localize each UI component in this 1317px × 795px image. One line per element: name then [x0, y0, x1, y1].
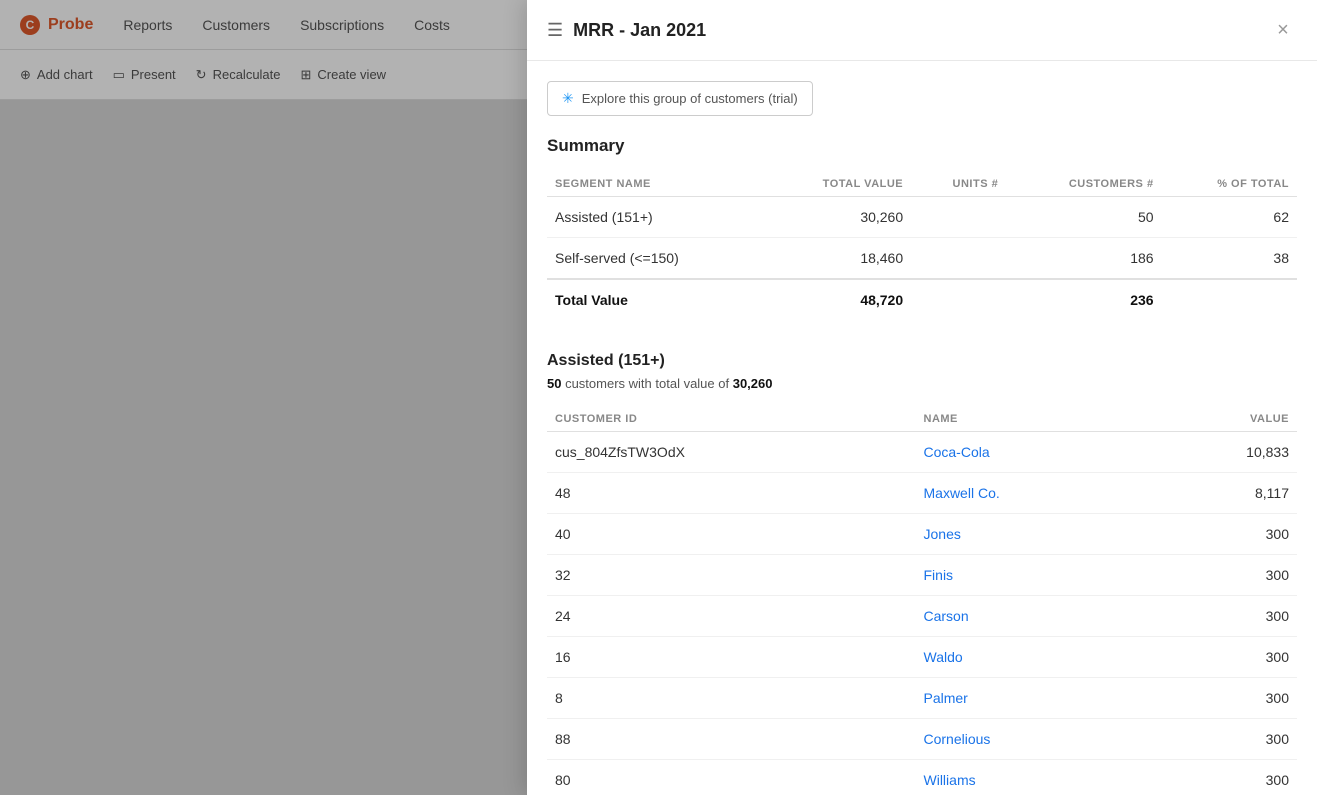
- customer-name-7[interactable]: Cornelious: [916, 719, 1149, 760]
- customer-value-2: 300: [1148, 514, 1297, 555]
- row-customers-0: 50: [1006, 197, 1161, 238]
- table-row: 88Cornelious300: [547, 719, 1297, 760]
- row-segment-0: Assisted (151+): [547, 197, 762, 238]
- cust-col-name: NAME: [916, 407, 1149, 432]
- customer-id-7: 88: [547, 719, 916, 760]
- customer-value-3: 300: [1148, 555, 1297, 596]
- explore-icon: ✳: [562, 90, 574, 107]
- table-row: 24Carson300: [547, 596, 1297, 637]
- summary-col-segment: SEGMENT NAME: [547, 172, 762, 197]
- table-row: cus_804ZfsTW3OdXCoca-Cola10,833: [547, 432, 1297, 473]
- customer-name-6[interactable]: Palmer: [916, 678, 1149, 719]
- panel-body: ✳ Explore this group of customers (trial…: [527, 61, 1317, 795]
- segment-subtitle: 50 customers with total value of 30,260: [547, 376, 1297, 391]
- customer-name-0[interactable]: Coca-Cola: [916, 432, 1149, 473]
- table-row: 16Waldo300: [547, 637, 1297, 678]
- segment-value: 30,260: [733, 376, 773, 391]
- customer-id-0: cus_804ZfsTW3OdX: [547, 432, 916, 473]
- customer-value-0: 10,833: [1148, 432, 1297, 473]
- panel-title-icon: ☰: [547, 20, 563, 41]
- customer-name-3[interactable]: Finis: [916, 555, 1149, 596]
- row-total-1: 18,460: [762, 238, 911, 280]
- table-row-total: Total Value 48,720 236: [547, 279, 1297, 320]
- row-pct-0: 62: [1162, 197, 1297, 238]
- segment-title: Assisted (151+): [547, 352, 1297, 370]
- panel-title-area: ☰ MRR - Jan 2021: [547, 20, 706, 41]
- summary-section-title: Summary: [547, 136, 1297, 156]
- total-units: [911, 279, 1006, 320]
- total-customers: 236: [1006, 279, 1161, 320]
- row-customers-1: 186: [1006, 238, 1161, 280]
- customer-name-1[interactable]: Maxwell Co.: [916, 473, 1149, 514]
- segment-count: 50: [547, 376, 561, 391]
- total-pct: [1162, 279, 1297, 320]
- panel-title: MRR - Jan 2021: [573, 20, 706, 41]
- row-total-0: 30,260: [762, 197, 911, 238]
- customer-value-5: 300: [1148, 637, 1297, 678]
- customer-value-1: 8,117: [1148, 473, 1297, 514]
- customer-id-5: 16: [547, 637, 916, 678]
- customer-id-6: 8: [547, 678, 916, 719]
- summary-col-pct: % OF TOTAL: [1162, 172, 1297, 197]
- table-row: 8Palmer300: [547, 678, 1297, 719]
- customer-value-4: 300: [1148, 596, 1297, 637]
- customers-table: CUSTOMER ID NAME VALUE cus_804ZfsTW3OdXC…: [547, 407, 1297, 795]
- customer-name-2[interactable]: Jones: [916, 514, 1149, 555]
- customer-name-4[interactable]: Carson: [916, 596, 1149, 637]
- explore-button[interactable]: ✳ Explore this group of customers (trial…: [547, 81, 813, 116]
- table-row: Self-served (<=150) 18,460 186 38: [547, 238, 1297, 280]
- table-row: 48Maxwell Co.8,117: [547, 473, 1297, 514]
- table-row: 80Williams300: [547, 760, 1297, 795]
- customer-name-8[interactable]: Williams: [916, 760, 1149, 795]
- row-units-0: [911, 197, 1006, 238]
- summary-col-customers: CUSTOMERS #: [1006, 172, 1161, 197]
- summary-col-units: UNITS #: [911, 172, 1006, 197]
- close-button[interactable]: ×: [1269, 16, 1297, 44]
- total-value: 48,720: [762, 279, 911, 320]
- row-units-1: [911, 238, 1006, 280]
- customer-id-4: 24: [547, 596, 916, 637]
- total-label: Total Value: [547, 279, 762, 320]
- customer-id-1: 48: [547, 473, 916, 514]
- customer-value-8: 300: [1148, 760, 1297, 795]
- table-row: 32Finis300: [547, 555, 1297, 596]
- customer-name-5[interactable]: Waldo: [916, 637, 1149, 678]
- panel-header: ☰ MRR - Jan 2021 ×: [527, 0, 1317, 61]
- summary-table: SEGMENT NAME TOTAL VALUE UNITS # CUSTOME…: [547, 172, 1297, 320]
- table-row: Assisted (151+) 30,260 50 62: [547, 197, 1297, 238]
- table-row: 40Jones300: [547, 514, 1297, 555]
- detail-panel: ☰ MRR - Jan 2021 × ✳ Explore this group …: [527, 0, 1317, 795]
- cust-col-id: CUSTOMER ID: [547, 407, 916, 432]
- row-segment-1: Self-served (<=150): [547, 238, 762, 280]
- customer-id-8: 80: [547, 760, 916, 795]
- customer-id-2: 40: [547, 514, 916, 555]
- customer-value-6: 300: [1148, 678, 1297, 719]
- customer-value-7: 300: [1148, 719, 1297, 760]
- row-pct-1: 38: [1162, 238, 1297, 280]
- cust-col-value: VALUE: [1148, 407, 1297, 432]
- summary-col-total: TOTAL VALUE: [762, 172, 911, 197]
- customer-id-3: 32: [547, 555, 916, 596]
